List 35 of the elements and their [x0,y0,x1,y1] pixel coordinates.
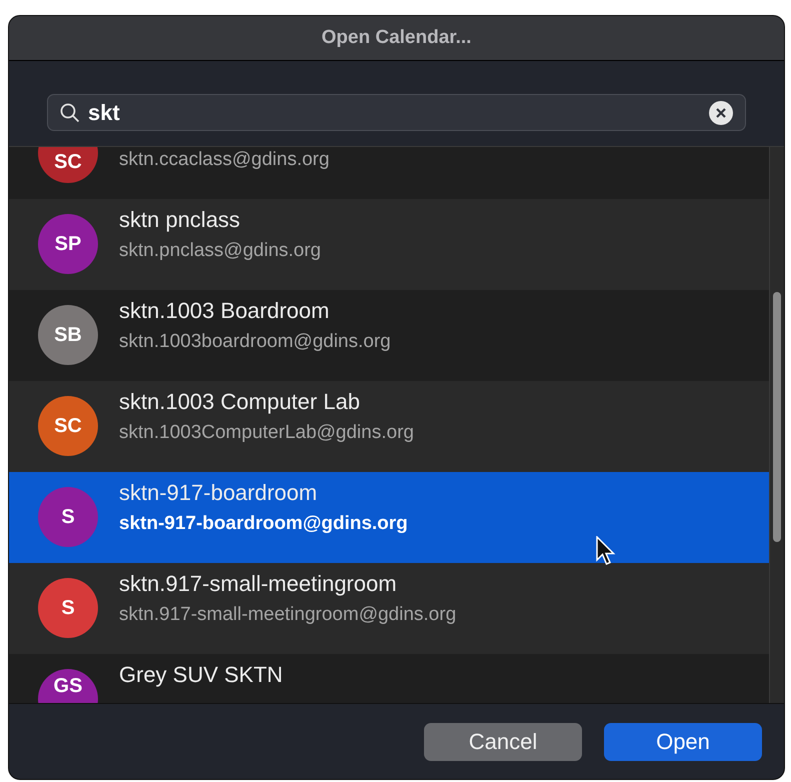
avatar: GS [38,669,98,703]
scrollbar[interactable] [769,147,784,703]
calendar-name: sktn.1003 Computer Lab [119,389,360,414]
clear-icon[interactable] [709,100,733,124]
calendar-row[interactable]: SC sktn.1003 Computer Lab sktn.1003ComputerLab@gdins.org [9,381,769,472]
calendar-email: sktn.pnclass@gdins.org [119,239,321,263]
calendar-name: sktn-917-boardroom [119,480,318,505]
avatar: SB [38,305,98,365]
calendar-row[interactable]: S sktn-917-boardroom sktn-917-boardroom@gdins.org [9,472,769,563]
calendar-email: sktn.1003boardroom@gdins.org [119,330,391,354]
cancel-button[interactable]: Cancel [424,722,582,760]
search-input[interactable]: skt [88,96,701,129]
calendar-email: sktn-917-boardroom@gdins.org [119,512,408,536]
calendar-name: sktn pnclass [119,207,240,232]
calendar-row[interactable]: SP sktn pnclass sktn.pnclass@gdins.org [9,199,769,290]
calendar-name: sktn.917-small-meetingroom [119,571,397,596]
window-title: Open Calendar... [9,16,784,61]
calendar-name: sktn.1003 Boardroom [119,298,330,323]
calendar-row[interactable]: SC sktn.ccaclass@gdins.org [9,147,769,199]
search-field[interactable]: skt [47,94,746,131]
avatar: SC [38,147,98,183]
avatar: SP [38,214,98,274]
avatar: SC [38,396,98,456]
mouse-pointer-icon [596,536,616,566]
calendar-email: sktn.1003ComputerLab@gdins.org [119,421,414,445]
open-button[interactable]: Open [604,722,762,760]
calendar-row[interactable]: GS Grey SUV SKTN [9,654,769,703]
search-icon [60,102,80,122]
calendar-row[interactable]: S sktn.917-small-meetingroom sktn.917-small-meetingroom@gdins.org [9,563,769,654]
calendar-row[interactable]: SB sktn.1003 Boardroom sktn.1003boardroom@gdins.org [9,290,769,381]
calendar-email: sktn.917-small-meetingroom@gdins.org [119,603,456,627]
calendar-name: Grey SUV SKTN [119,662,283,687]
avatar: S [38,487,98,547]
avatar: S [38,578,98,638]
calendar-email: sktn.ccaclass@gdins.org [119,148,330,172]
